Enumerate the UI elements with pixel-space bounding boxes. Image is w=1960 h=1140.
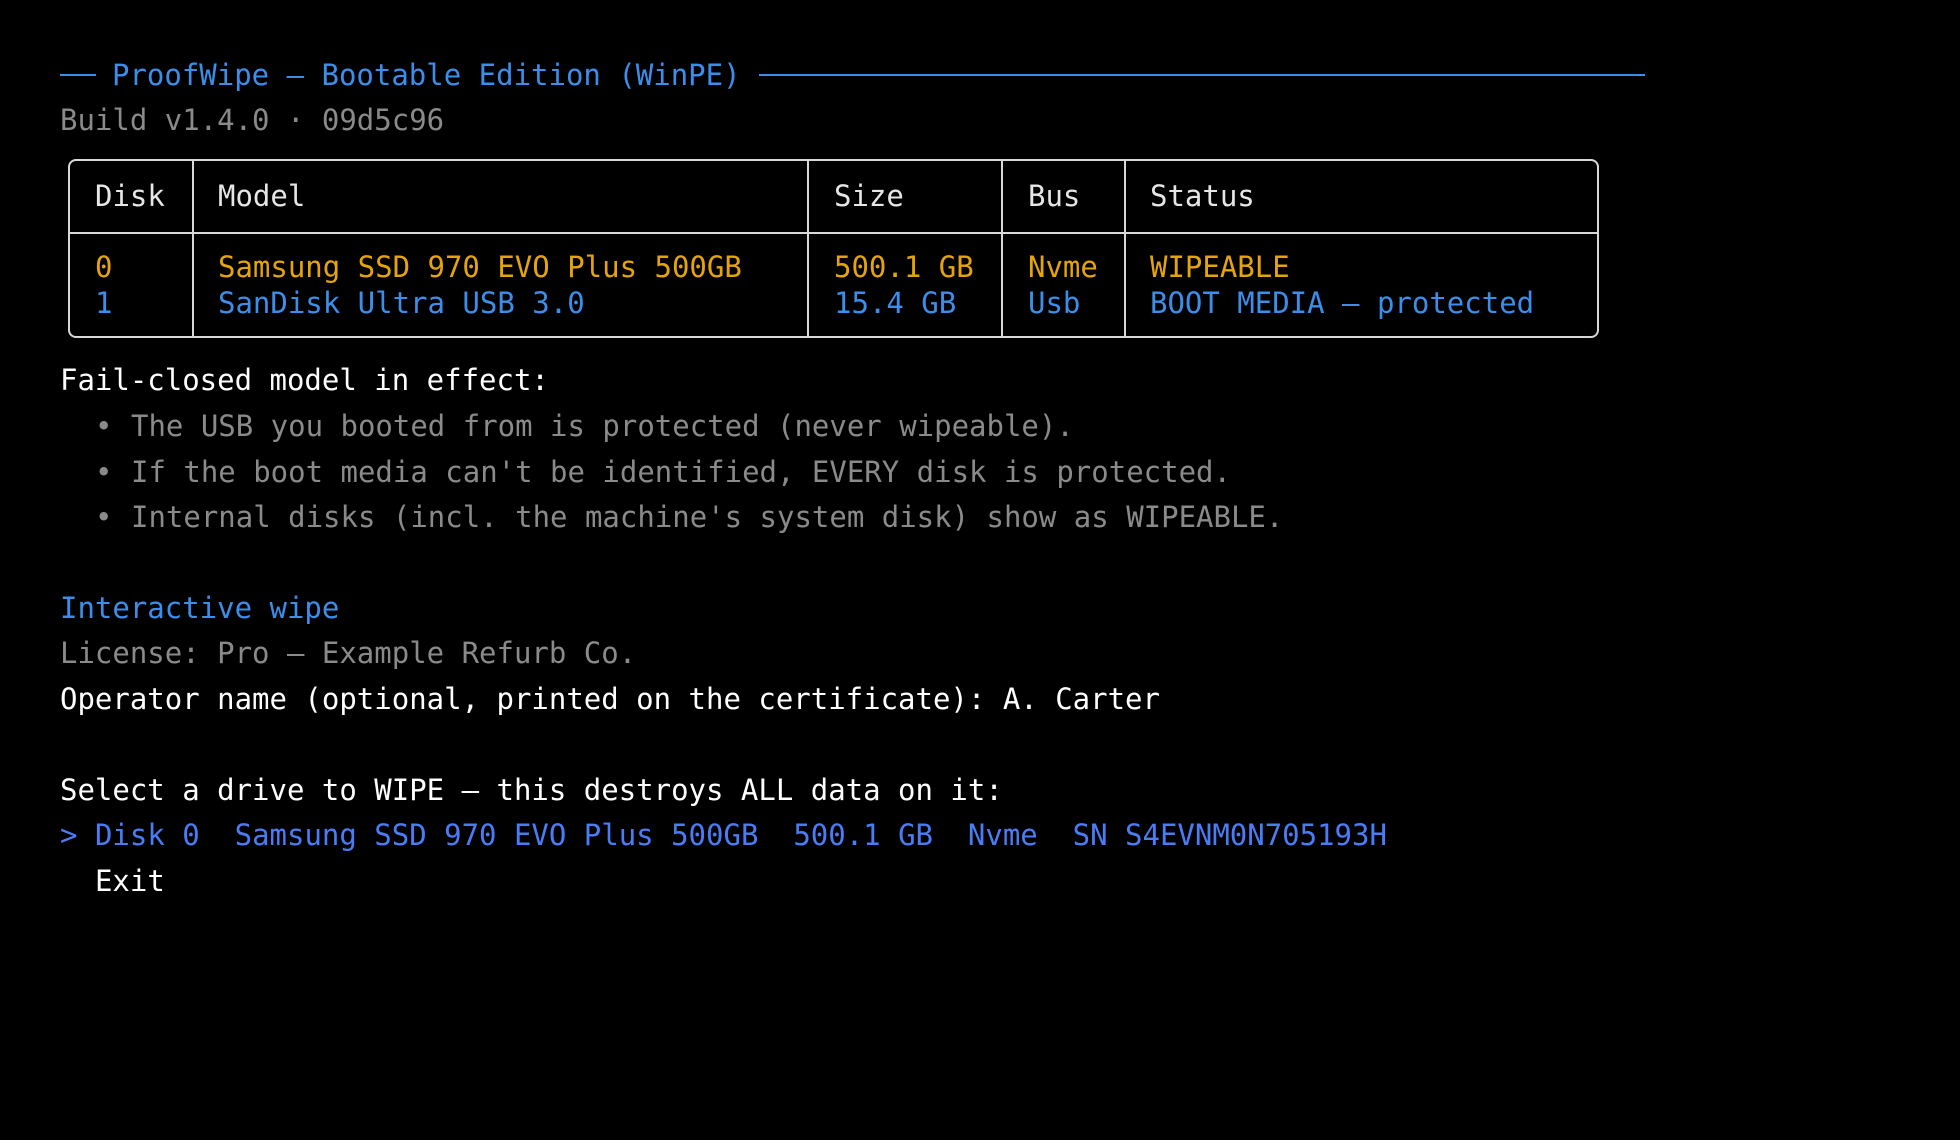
disk-0-model: Samsung SSD 970 EVO Plus 500GB — [218, 250, 742, 284]
disk-1-model: SanDisk Ultra USB 3.0 — [218, 286, 585, 320]
note-text: If the boot media can't be identified, E… — [131, 454, 1231, 489]
notes-list: • The USB you booted from is protected (n… — [95, 404, 1283, 541]
list-item: • Internal disks (incl. the machine's sys… — [95, 495, 1283, 541]
disk-0-status: WIPEABLE — [1150, 250, 1290, 284]
selection-cursor-icon: > — [60, 818, 78, 852]
notes-heading: Fail-closed model in effect: — [60, 363, 549, 397]
column-header-size: Size — [834, 179, 904, 213]
disk-table: Disk Model Size Bus Status 0 Samsung SSD… — [68, 159, 1599, 338]
bullet-icon: • — [95, 409, 113, 443]
bullet-icon: • — [95, 454, 113, 489]
disk-0-bus: Nvme — [1028, 250, 1098, 284]
operator-input[interactable]: A. Carter — [1003, 682, 1160, 716]
note-text: Internal disks (incl. the machine's syst… — [131, 500, 1284, 534]
title-bar: ProofWipe — Bootable Edition (WinPE) — [60, 53, 1645, 97]
operator-name-field[interactable]: Operator name (optional, printed on the … — [60, 677, 1160, 721]
column-header-model: Model — [218, 179, 306, 213]
title-rule-right — [758, 74, 1645, 76]
note-text: The USB you booted from is protected (ne… — [131, 409, 1074, 443]
option-cursor — [60, 864, 77, 898]
select-prompt: Select a drive to WIPE — this destroys A… — [60, 773, 1003, 807]
column-header-disk: Disk — [95, 179, 165, 213]
section-title: Interactive wipe — [60, 591, 340, 625]
table-divider — [1124, 161, 1126, 336]
list-item: • If the boot media can't be identified, … — [95, 450, 1283, 496]
disk-0-size: 500.1 GB — [834, 250, 974, 284]
disk-1-bus: Usb — [1028, 286, 1081, 320]
disk-0-number: 0 — [95, 250, 113, 284]
build-info: Build v1.4.0 · 09d5c96 — [60, 103, 445, 137]
list-item: • The USB you booted from is protected (n… — [95, 404, 1283, 450]
option-label: Disk 0 Samsung SSD 970 EVO Plus 500GB 50… — [94, 818, 1387, 852]
column-header-status: Status — [1150, 179, 1255, 213]
disk-1-size: 15.4 GB — [834, 286, 957, 320]
disk-1-number: 1 — [95, 286, 113, 320]
option-label: Exit — [94, 864, 165, 898]
disk-1-status: BOOT MEDIA — protected — [1150, 286, 1535, 320]
title-rule-left — [60, 74, 96, 76]
exit-option[interactable]: Exit — [60, 859, 165, 903]
license-info: License: Pro — Example Refurb Co. — [60, 636, 637, 670]
column-header-bus: Bus — [1028, 179, 1081, 213]
app-title: ProofWipe — Bootable Edition (WinPE) — [112, 58, 741, 92]
table-divider — [807, 161, 809, 336]
table-divider — [192, 161, 194, 336]
operator-prompt: Operator name (optional, printed on the … — [60, 682, 986, 716]
table-header-divider — [70, 232, 1597, 234]
bullet-icon: • — [95, 500, 113, 534]
table-divider — [1001, 161, 1003, 336]
drive-option-disk-0[interactable]: > Disk 0 Samsung SSD 970 EVO Plus 500GB … — [60, 813, 1387, 857]
